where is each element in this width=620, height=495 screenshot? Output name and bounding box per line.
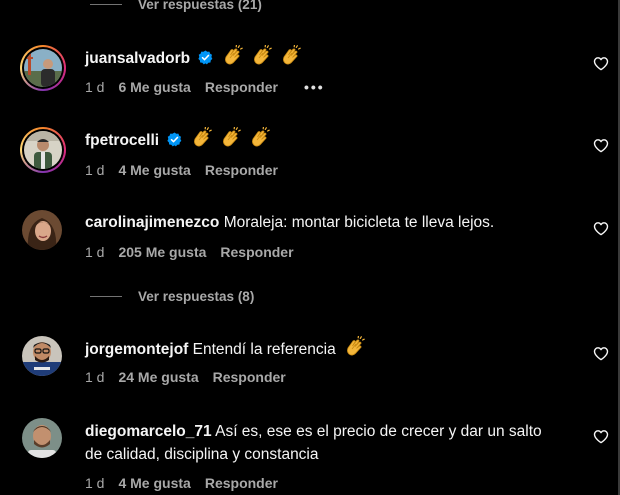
comment-item: [20, 45, 66, 91]
comment-username[interactable]: diegomarcelo_71: [85, 423, 212, 440]
comment-body: jorgemontejof Entendí la referencia: [85, 336, 555, 361]
view-replies-label: Ver respuestas (21): [138, 0, 262, 12]
heart-icon[interactable]: [593, 221, 609, 237]
comment-item: [22, 210, 62, 250]
comment-body: fpetrocelli: [85, 127, 555, 152]
comment-text: Moraleja: montar bicicleta te lleva lejo…: [223, 214, 495, 231]
comment-time[interactable]: 1 d: [85, 79, 104, 95]
avatar[interactable]: [20, 45, 66, 91]
verified-badge-icon: [167, 132, 183, 147]
clapping-hands-emoji-icon: [222, 127, 241, 147]
heart-icon[interactable]: [593, 429, 609, 445]
comment-meta: 1 d 24 Me gusta Responder: [85, 369, 286, 385]
comment-body: carolinajimenezco Moraleja: montar bicic…: [85, 211, 555, 234]
reply-button[interactable]: Responder: [213, 369, 286, 385]
verified-badge-icon: [198, 50, 214, 65]
reply-button[interactable]: Responder: [205, 162, 278, 178]
comment-time[interactable]: 1 d: [85, 244, 104, 260]
comment-meta: 1 d 4 Me gusta Responder: [85, 162, 278, 178]
clapping-hands-emoji-icon: [283, 45, 302, 65]
comment-time[interactable]: 1 d: [85, 162, 104, 178]
avatar-photo: [22, 418, 62, 458]
comment-body: juansalvadorb: [85, 45, 555, 70]
comment-body: diegomarcelo_71 Así es, ese es el precio…: [85, 420, 555, 466]
clapping-hands-emoji-icon: [253, 45, 272, 65]
comment-item: [22, 418, 62, 458]
heart-icon[interactable]: [593, 138, 609, 154]
comment-username[interactable]: juansalvadorb: [85, 50, 190, 67]
like-count[interactable]: 4 Me gusta: [118, 162, 190, 178]
reply-button[interactable]: Responder: [205, 475, 278, 491]
clapping-hands-emoji-icon: [224, 45, 243, 65]
avatar[interactable]: [22, 210, 62, 250]
comment-meta: 1 d 6 Me gusta Responder •••: [85, 79, 325, 95]
comment-meta: 1 d 205 Me gusta Responder: [85, 244, 294, 260]
like-count[interactable]: 6 Me gusta: [118, 79, 190, 95]
avatar-photo: [22, 210, 62, 250]
clapping-hands-emoji-icon: [252, 127, 271, 147]
avatar-photo: [24, 49, 62, 87]
comment-text: Entendí la referencia: [192, 341, 336, 358]
clapping-hands-emoji-icon: [346, 336, 365, 356]
comment-time[interactable]: 1 d: [85, 475, 104, 491]
more-options-button[interactable]: •••: [304, 79, 325, 95]
comment-meta: 1 d 4 Me gusta Responder: [85, 475, 278, 491]
thread-divider-line: [90, 4, 122, 5]
view-replies-button[interactable]: Ver respuestas (21): [90, 0, 262, 12]
avatar[interactable]: [22, 418, 62, 458]
comment-time[interactable]: 1 d: [85, 369, 104, 385]
thread-divider-line: [90, 296, 122, 297]
like-count[interactable]: 205 Me gusta: [118, 244, 206, 260]
avatar[interactable]: [22, 336, 62, 376]
clapping-hands-emoji-icon: [193, 127, 212, 147]
avatar-photo: [22, 336, 62, 376]
like-count[interactable]: 24 Me gusta: [118, 369, 198, 385]
comment-item: [22, 336, 62, 376]
view-replies-label: Ver respuestas (8): [138, 289, 255, 304]
view-replies-button[interactable]: Ver respuestas (8): [90, 289, 254, 304]
heart-icon[interactable]: [593, 56, 609, 72]
comment-username[interactable]: carolinajimenezco: [85, 214, 219, 231]
avatar[interactable]: [20, 127, 66, 173]
like-count[interactable]: 4 Me gusta: [118, 475, 190, 491]
reply-button[interactable]: Responder: [220, 244, 293, 260]
comment-item: [20, 127, 66, 173]
avatar-photo: [24, 131, 62, 169]
reply-button[interactable]: Responder: [205, 79, 278, 95]
comment-username[interactable]: jorgemontejof: [85, 341, 188, 358]
comment-username[interactable]: fpetrocelli: [85, 132, 159, 149]
heart-icon[interactable]: [593, 346, 609, 362]
